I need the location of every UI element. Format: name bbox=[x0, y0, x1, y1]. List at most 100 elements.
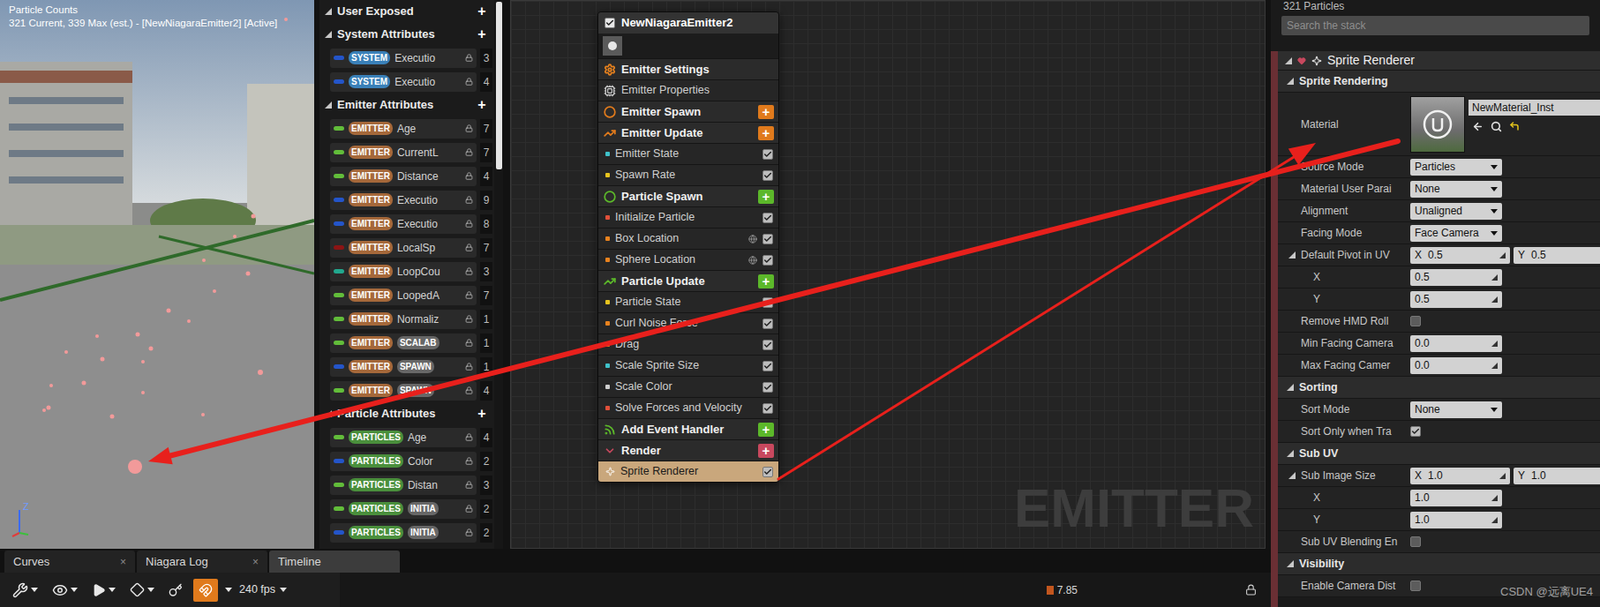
add-parameter-button[interactable]: + bbox=[474, 27, 489, 42]
checkbox[interactable] bbox=[1410, 315, 1421, 327]
parameter-row[interactable]: EMITTERExecutio9 bbox=[319, 187, 495, 212]
value-field[interactable]: 1.0 bbox=[1410, 511, 1503, 529]
parameter-row[interactable]: PARTICLESINITIA2 bbox=[319, 496, 495, 521]
material-thumbnail[interactable] bbox=[1410, 96, 1465, 153]
details-category[interactable]: Sorting bbox=[1277, 376, 1600, 399]
parameter-row[interactable]: EMITTERDistance4 bbox=[319, 164, 495, 188]
stack-item-header[interactable]: Sprite Renderer bbox=[1277, 51, 1600, 71]
value-field[interactable]: 0.5 bbox=[1410, 269, 1503, 286]
expanded-arrow-icon[interactable] bbox=[1286, 77, 1294, 85]
details-category[interactable]: Sprite Rendering bbox=[1277, 70, 1600, 93]
parameter-row[interactable]: EMITTERAge7 bbox=[319, 116, 495, 141]
node-module-row[interactable]: Scale Sprite Size bbox=[598, 354, 779, 376]
checkbox[interactable] bbox=[762, 466, 774, 478]
expanded-arrow-icon[interactable] bbox=[1288, 472, 1296, 480]
checkbox[interactable] bbox=[762, 318, 774, 330]
expanded-arrow-icon[interactable] bbox=[324, 410, 332, 418]
parameter-row[interactable]: SYSTEMExecutio3 bbox=[319, 45, 495, 70]
bottom-tab[interactable]: Curves× bbox=[4, 550, 136, 573]
key-button[interactable] bbox=[126, 578, 158, 603]
checkbox[interactable] bbox=[1410, 580, 1421, 592]
expanded-arrow-icon[interactable] bbox=[1286, 383, 1294, 391]
value-field[interactable]: Face Camera bbox=[1410, 225, 1503, 242]
node-module-row[interactable]: Solve Forces and Velocity bbox=[598, 397, 779, 419]
parameter-row[interactable]: EMITTERLocalSp7 bbox=[319, 235, 495, 260]
stack-search[interactable] bbox=[1281, 15, 1590, 36]
checkbox[interactable] bbox=[762, 149, 774, 160]
category-header[interactable]: System Attributes+ bbox=[319, 22, 495, 46]
value-field[interactable]: Particles bbox=[1410, 158, 1503, 176]
expanded-arrow-icon[interactable] bbox=[1286, 560, 1294, 568]
parameter-row[interactable]: PARTICLESINITIA2 bbox=[319, 520, 495, 545]
add-parameter-button[interactable]: + bbox=[474, 406, 489, 421]
add-module-button[interactable]: + bbox=[758, 274, 774, 289]
category-header[interactable]: Emitter Attributes+ bbox=[319, 93, 495, 117]
add-module-button[interactable]: + bbox=[758, 126, 774, 141]
use-selected-icon[interactable] bbox=[1472, 120, 1484, 133]
lock-icon[interactable] bbox=[1245, 584, 1257, 596]
options-button[interactable] bbox=[8, 578, 42, 603]
expanded-arrow-icon[interactable] bbox=[324, 30, 332, 38]
checkbox[interactable] bbox=[762, 255, 774, 266]
node-group-row[interactable]: Particle Update+ bbox=[598, 270, 779, 292]
node-group-row[interactable]: Add Event Handler+ bbox=[598, 418, 779, 440]
checkbox[interactable] bbox=[762, 382, 774, 393]
category-header[interactable]: Particle Attributes+ bbox=[319, 402, 495, 426]
node-module-row[interactable]: Curl Noise Force bbox=[598, 312, 779, 334]
value-field[interactable]: Y1.0 bbox=[1513, 467, 1600, 485]
graph-canvas[interactable]: NewNiagaraEmitter2Emitter SettingsEmitte… bbox=[510, 0, 1266, 549]
add-parameter-button[interactable]: + bbox=[474, 4, 489, 19]
node-group-row[interactable]: Particle Spawn+ bbox=[598, 185, 779, 207]
time-marker[interactable]: 7.85 bbox=[1046, 582, 1078, 599]
checkbox[interactable] bbox=[1410, 426, 1421, 437]
node-module-row[interactable]: Sprite Renderer bbox=[598, 460, 779, 482]
node-group-row[interactable]: Emitter Settings bbox=[598, 58, 779, 80]
bottom-tab[interactable]: Timeline bbox=[269, 550, 400, 573]
node-group-row[interactable]: Emitter Update+ bbox=[598, 121, 779, 143]
timeline-track[interactable]: 7.85 bbox=[339, 572, 1271, 607]
parameter-row[interactable]: EMITTERExecutio8 bbox=[319, 211, 495, 236]
expanded-arrow-icon[interactable] bbox=[324, 7, 332, 16]
snap-button[interactable] bbox=[193, 578, 218, 602]
parameter-row[interactable]: SYSTEMExecutio4 bbox=[319, 69, 495, 94]
parameter-row[interactable]: PARTICLESColor2 bbox=[319, 449, 495, 474]
parameter-row[interactable]: PARTICLESAge4 bbox=[319, 425, 495, 450]
value-field[interactable]: 0.0 bbox=[1410, 335, 1503, 353]
checkbox[interactable] bbox=[762, 212, 774, 224]
value-field[interactable]: X0.5 bbox=[1410, 247, 1510, 264]
reset-icon[interactable] bbox=[1509, 120, 1520, 132]
category-header[interactable]: User Exposed+ bbox=[319, 0, 495, 23]
checkbox[interactable] bbox=[762, 403, 774, 414]
node-group-row[interactable]: Render+ bbox=[598, 439, 779, 461]
node-module-row[interactable]: Spawn Rate bbox=[598, 164, 779, 186]
parameter-row[interactable]: PARTICLESDistan3 bbox=[319, 473, 495, 497]
add-module-button[interactable]: + bbox=[758, 422, 774, 437]
checkbox[interactable] bbox=[1410, 536, 1421, 548]
parameter-row[interactable]: EMITTERLoopedA7 bbox=[319, 283, 495, 308]
node-module-row[interactable]: Scale Color bbox=[598, 375, 779, 398]
parameter-row[interactable]: EMITTERLoopCou3 bbox=[319, 259, 495, 284]
node-group-row[interactable]: Emitter Spawn+ bbox=[598, 100, 779, 122]
value-field[interactable]: 0.5 bbox=[1410, 291, 1503, 308]
node-properties-row[interactable]: Emitter Properties bbox=[598, 79, 779, 101]
parameter-row[interactable]: EMITTERNormaliz1 bbox=[319, 307, 495, 331]
expanded-arrow-icon[interactable] bbox=[1286, 450, 1294, 458]
checkbox[interactable] bbox=[762, 233, 774, 245]
value-field[interactable]: 0.0 bbox=[1410, 357, 1503, 375]
value-field[interactable]: Unaligned bbox=[1410, 202, 1503, 220]
value-field[interactable]: None bbox=[1410, 401, 1503, 419]
parameter-row[interactable]: EMITTERSPAWN4 bbox=[319, 378, 495, 403]
node-module-row[interactable]: Box Location bbox=[598, 227, 779, 249]
expanded-arrow-icon[interactable] bbox=[324, 101, 332, 109]
material-field[interactable]: NewMaterial_Inst bbox=[1468, 99, 1600, 116]
node-header[interactable]: NewNiagaraEmitter2 bbox=[598, 12, 779, 34]
value-field[interactable]: X1.0 bbox=[1410, 467, 1510, 485]
add-module-button[interactable]: + bbox=[758, 443, 774, 459]
tab-close-button[interactable]: × bbox=[120, 554, 127, 571]
node-module-row[interactable]: Emitter State bbox=[598, 142, 779, 165]
value-field[interactable]: 1.0 bbox=[1410, 489, 1503, 507]
checkbox[interactable] bbox=[762, 360, 774, 372]
emitter-node[interactable]: NewNiagaraEmitter2Emitter SettingsEmitte… bbox=[597, 11, 780, 483]
bottom-tab[interactable]: Niagara Log× bbox=[136, 550, 268, 573]
expanded-arrow-icon[interactable] bbox=[1288, 251, 1296, 259]
